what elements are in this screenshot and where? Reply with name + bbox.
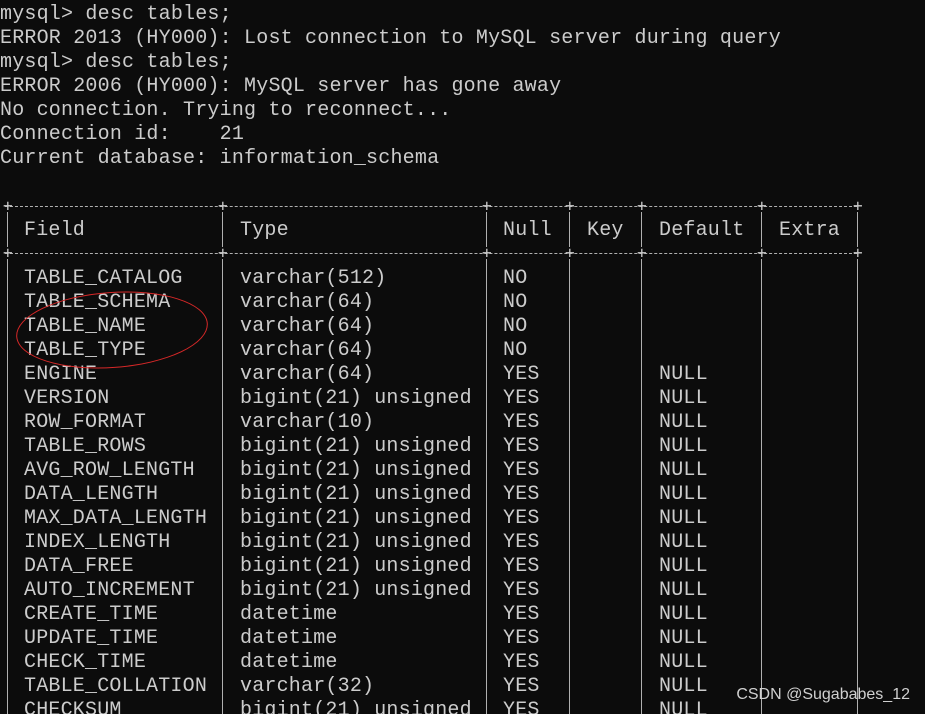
session-line: Connection id: 21 — [0, 123, 245, 146]
column-divider — [857, 212, 858, 247]
session-line: Current database: information_schema — [0, 147, 440, 170]
column-header: Null — [503, 219, 552, 242]
table-cell: NULL — [659, 363, 708, 386]
table-cell: NULL — [659, 555, 708, 578]
watermark: CSDN @Sugababes_12 — [736, 686, 910, 703]
table-cell: NO — [503, 291, 528, 314]
table-cell: YES — [503, 411, 540, 434]
column-header: Default — [659, 219, 745, 242]
column-divider — [569, 259, 570, 714]
table-cell: varchar(64) — [240, 339, 375, 362]
table-cell: YES — [503, 555, 540, 578]
session-line: ERROR 2006 (HY000): MySQL server has gon… — [0, 75, 562, 98]
table-cell: NO — [503, 267, 528, 290]
table-cell: NULL — [659, 507, 708, 530]
session-line: No connection. Trying to reconnect... — [0, 99, 452, 122]
table-cell: datetime — [240, 651, 338, 674]
column-divider — [7, 259, 8, 714]
table-cell: YES — [503, 435, 540, 458]
table-cell: YES — [503, 699, 540, 714]
table-cell: NULL — [659, 699, 708, 714]
table-cell: INDEX_LENGTH — [24, 531, 171, 554]
table-cell: varchar(64) — [240, 363, 375, 386]
column-header: Field — [24, 219, 86, 242]
table-cell: CREATE_TIME — [24, 603, 159, 626]
table-cell: varchar(32) — [240, 675, 375, 698]
column-divider — [641, 259, 642, 714]
table-cell: varchar(64) — [240, 315, 375, 338]
table-cell: bigint(21) unsigned — [240, 483, 472, 506]
session-line: ERROR 2013 (HY000): Lost connection to M… — [0, 27, 781, 50]
table-cell: NULL — [659, 411, 708, 434]
column-divider — [857, 259, 858, 714]
table-cell: NULL — [659, 675, 708, 698]
column-divider — [486, 259, 487, 714]
column-divider — [641, 212, 642, 247]
table-cell: CHECKSUM — [24, 699, 122, 714]
table-cell: NO — [503, 339, 528, 362]
table-border — [5, 253, 857, 255]
table-cell: NULL — [659, 435, 708, 458]
table-cell: NULL — [659, 483, 708, 506]
table-cell: bigint(21) unsigned — [240, 387, 472, 410]
table-cell: YES — [503, 363, 540, 386]
table-cell: TABLE_CATALOG — [24, 267, 183, 290]
table-cell: TABLE_ROWS — [24, 435, 147, 458]
table-cell: VERSION — [24, 387, 110, 410]
table-cell: NO — [503, 315, 528, 338]
table-cell: CHECK_TIME — [24, 651, 147, 674]
table-cell: MAX_DATA_LENGTH — [24, 507, 208, 530]
table-cell: NULL — [659, 531, 708, 554]
table-cell: bigint(21) unsigned — [240, 507, 472, 530]
column-divider — [7, 212, 8, 247]
table-cell: DATA_FREE — [24, 555, 134, 578]
table-cell: bigint(21) unsigned — [240, 459, 472, 482]
table-cell: AVG_ROW_LENGTH — [24, 459, 195, 482]
table-cell: bigint(21) unsigned — [240, 555, 472, 578]
table-cell: YES — [503, 675, 540, 698]
table-cell: bigint(21) unsigned — [240, 579, 472, 602]
table-cell: NULL — [659, 651, 708, 674]
column-header: Key — [587, 219, 624, 242]
table-cell: TABLE_COLLATION — [24, 675, 208, 698]
table-border — [5, 206, 857, 208]
column-divider — [761, 212, 762, 247]
column-divider — [486, 212, 487, 247]
table-cell: NULL — [659, 387, 708, 410]
table-cell: DATA_LENGTH — [24, 483, 159, 506]
table-cell: NULL — [659, 579, 708, 602]
table-cell: varchar(10) — [240, 411, 375, 434]
session-line: mysql> desc tables; — [0, 3, 232, 26]
table-cell: varchar(512) — [240, 267, 387, 290]
table-cell: NULL — [659, 603, 708, 626]
table-cell: YES — [503, 627, 540, 650]
table-cell: bigint(21) unsigned — [240, 699, 472, 714]
table-cell: YES — [503, 603, 540, 626]
table-cell: YES — [503, 483, 540, 506]
table-cell: YES — [503, 579, 540, 602]
column-header: Type — [240, 219, 289, 242]
table-cell: YES — [503, 651, 540, 674]
column-divider — [569, 212, 570, 247]
table-cell: NULL — [659, 459, 708, 482]
column-divider — [761, 259, 762, 714]
table-cell: YES — [503, 507, 540, 530]
table-cell: YES — [503, 387, 540, 410]
table-cell: YES — [503, 531, 540, 554]
terminal-window[interactable]: mysql> desc tables; ERROR 2013 (HY000): L… — [0, 0, 925, 714]
table-cell: datetime — [240, 627, 338, 650]
column-divider — [222, 259, 223, 714]
table-cell: YES — [503, 459, 540, 482]
table-cell: AUTO_INCREMENT — [24, 579, 195, 602]
session-line: mysql> desc tables; — [0, 51, 232, 74]
table-cell: ROW_FORMAT — [24, 411, 147, 434]
table-cell: UPDATE_TIME — [24, 627, 159, 650]
column-header: Extra — [779, 219, 841, 242]
table-cell: bigint(21) unsigned — [240, 435, 472, 458]
table-cell: datetime — [240, 603, 338, 626]
table-cell: varchar(64) — [240, 291, 375, 314]
table-cell: NULL — [659, 627, 708, 650]
column-divider — [222, 212, 223, 247]
table-cell: bigint(21) unsigned — [240, 531, 472, 554]
